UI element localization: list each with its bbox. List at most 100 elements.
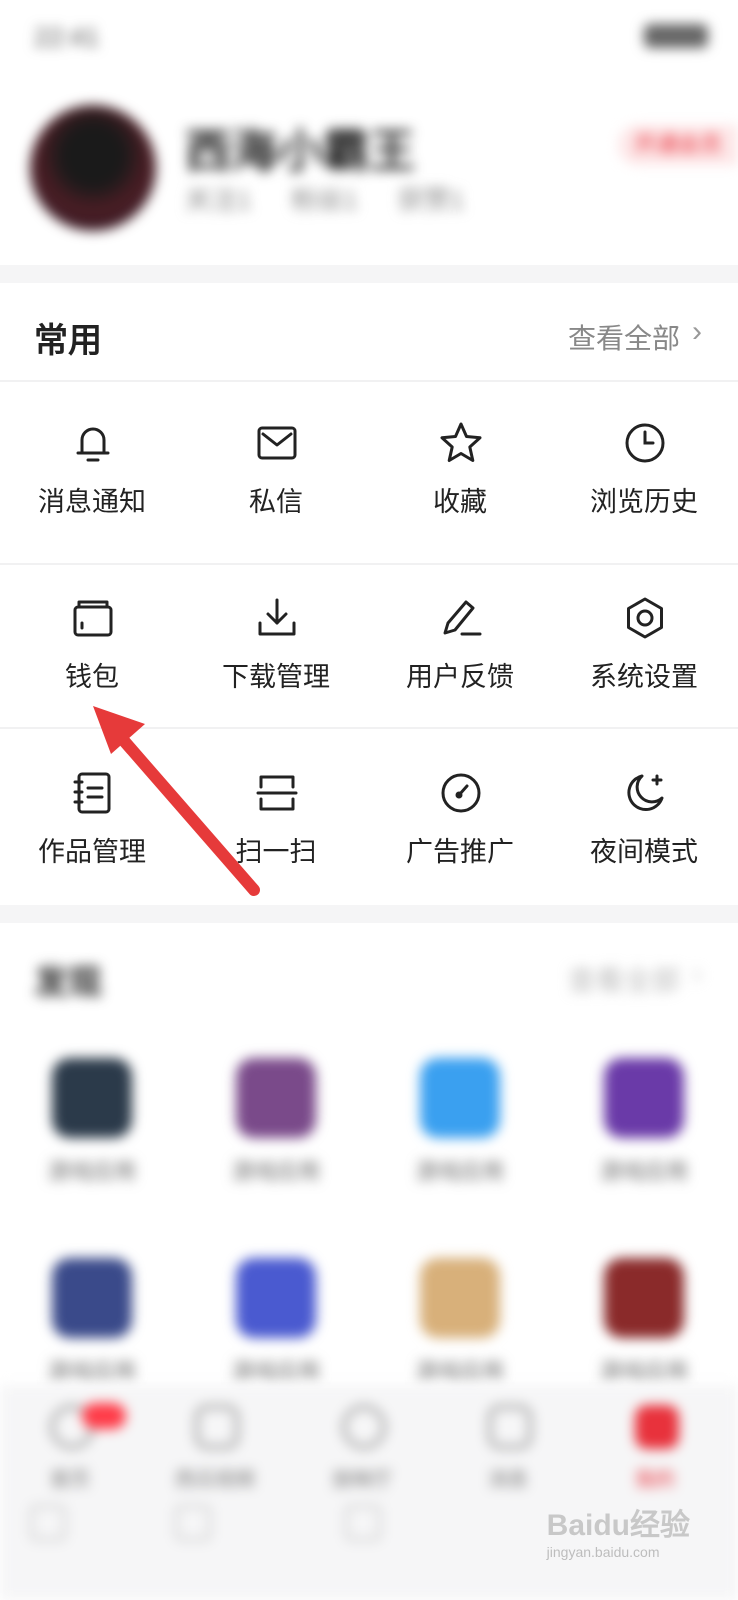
menu-item-label: 下载管理	[222, 662, 330, 692]
app-icon	[604, 1258, 684, 1338]
menu-item-label: 扫一扫	[235, 837, 317, 867]
battery-icon	[644, 24, 708, 48]
common-view-all[interactable]: 查看全部	[568, 317, 680, 357]
app-icon	[604, 1058, 684, 1138]
menu-item-wallet[interactable]: 钱包	[0, 575, 184, 745]
wallet-icon	[73, 600, 113, 637]
menu-item-notifications[interactable]: 消息通知	[0, 400, 184, 570]
gear-icon	[627, 597, 663, 639]
app-icon	[52, 1258, 132, 1338]
notification-badge	[82, 1403, 126, 1429]
menu-item-label: 系统设置	[590, 662, 698, 692]
section-divider	[0, 265, 738, 283]
app-item[interactable]: 游戏应用	[184, 1058, 368, 1228]
profile-header[interactable]: 西海小霸王 关注1 粉丝1 获赞1 开通会员	[0, 70, 738, 265]
scan-icon	[256, 775, 298, 811]
discover-section-header: 发现 查看全部 ›	[0, 925, 738, 1025]
divider	[0, 563, 738, 565]
cinema-icon	[342, 1405, 386, 1449]
menu-item-feedback[interactable]: 用户反馈	[368, 575, 552, 745]
status-time: 22:41	[34, 22, 100, 52]
system-recents-icon[interactable]	[345, 1505, 381, 1541]
menu-item-downloads[interactable]: 下载管理	[184, 575, 368, 745]
app-name: 游戏应用	[599, 1159, 688, 1184]
app-icon	[236, 1058, 316, 1138]
nav-label: 我的	[635, 1469, 675, 1491]
common-title: 常用	[34, 322, 102, 360]
nav-label: 西瓜视频	[175, 1469, 255, 1491]
menu-item-label: 钱包	[65, 662, 119, 692]
star-icon	[440, 422, 482, 462]
menu-item-night-mode[interactable]: 夜间模式	[552, 750, 736, 920]
username[interactable]: 西海小霸王	[185, 115, 415, 181]
nav-video[interactable]: 西瓜视频	[155, 1405, 275, 1495]
gauge-icon	[441, 773, 481, 813]
mail-icon	[257, 426, 297, 460]
app-name: 游戏应用	[47, 1159, 136, 1184]
system-back-icon[interactable]	[30, 1505, 66, 1541]
menu-item-label: 消息通知	[38, 487, 146, 517]
profile-stats: 关注1 粉丝1 获赞1	[185, 180, 464, 217]
divider	[0, 727, 738, 729]
common-section-header: 常用 查看全部 ›	[0, 283, 738, 383]
app-icon	[420, 1258, 500, 1338]
section-divider	[0, 905, 738, 923]
message-icon	[488, 1405, 532, 1449]
avatar[interactable]	[30, 105, 156, 231]
app-icon	[420, 1058, 500, 1138]
menu-item-scan[interactable]: 扫一扫	[184, 750, 368, 920]
app-name: 游戏应用	[231, 1159, 320, 1184]
app-name: 游戏应用	[599, 1359, 688, 1384]
moon-icon	[627, 774, 664, 812]
menu-item-label: 广告推广	[406, 837, 514, 867]
stat-likes[interactable]: 获赞1	[398, 180, 464, 217]
menu-item-label: 私信	[249, 487, 303, 517]
baidu-watermark: Baidu经验 jingyan.baidu.com	[547, 1500, 690, 1560]
nav-label: 首页	[50, 1469, 90, 1491]
nav-label: 放映厅	[332, 1469, 392, 1491]
me-icon	[635, 1405, 679, 1449]
nav-me[interactable]: 我的	[595, 1405, 715, 1495]
divider	[0, 380, 738, 382]
status-bar: 22:41	[0, 0, 738, 70]
nav-label: 消息	[488, 1469, 528, 1491]
watermark-brand: Baidu经验	[546, 1509, 690, 1542]
download-icon	[258, 598, 296, 636]
nav-messages[interactable]: 消息	[448, 1405, 568, 1495]
app-item[interactable]: 游戏应用	[552, 1058, 736, 1228]
discover-title: 发现	[34, 964, 102, 1002]
play-icon	[195, 1405, 239, 1449]
bell-icon	[76, 427, 110, 462]
menu-item-messages[interactable]: 私信	[184, 400, 368, 570]
menu-item-label: 用户反馈	[406, 662, 514, 692]
stat-followers[interactable]: 粉丝1	[291, 180, 357, 217]
clock-icon	[625, 423, 665, 463]
app-name: 游戏应用	[415, 1159, 504, 1184]
menu-item-label: 作品管理	[38, 837, 146, 867]
menu-item-label: 浏览历史	[590, 487, 698, 517]
system-home-icon[interactable]	[175, 1505, 211, 1541]
menu-item-favorites[interactable]: 收藏	[368, 400, 552, 570]
discover-view-all[interactable]: 查看全部	[568, 959, 680, 999]
nav-cinema[interactable]: 放映厅	[302, 1405, 422, 1495]
bottom-nav: 首页 西瓜视频 放映厅 消息 我的	[0, 1385, 738, 1600]
app-name: 游戏应用	[47, 1359, 136, 1384]
watermark-url: jingyan.baidu.com	[546, 1544, 660, 1560]
app-icon	[236, 1258, 316, 1338]
menu-item-settings[interactable]: 系统设置	[552, 575, 736, 745]
menu-item-works[interactable]: 作品管理	[0, 750, 184, 920]
vip-badge[interactable]: 开通会员	[618, 125, 738, 165]
menu-item-label: 夜间模式	[590, 837, 698, 867]
notebook-icon	[73, 772, 111, 814]
chevron-right-icon[interactable]: ›	[692, 957, 702, 991]
pen-icon	[443, 600, 482, 636]
app-name: 游戏应用	[231, 1359, 320, 1384]
app-icon	[52, 1058, 132, 1138]
menu-item-history[interactable]: 浏览历史	[552, 400, 736, 570]
app-item[interactable]: 游戏应用	[0, 1058, 184, 1228]
stat-following[interactable]: 关注1	[185, 180, 251, 217]
menu-item-label: 收藏	[433, 487, 487, 517]
chevron-right-icon[interactable]: ›	[692, 315, 702, 349]
app-item[interactable]: 游戏应用	[368, 1058, 552, 1228]
menu-item-ads[interactable]: 广告推广	[368, 750, 552, 920]
